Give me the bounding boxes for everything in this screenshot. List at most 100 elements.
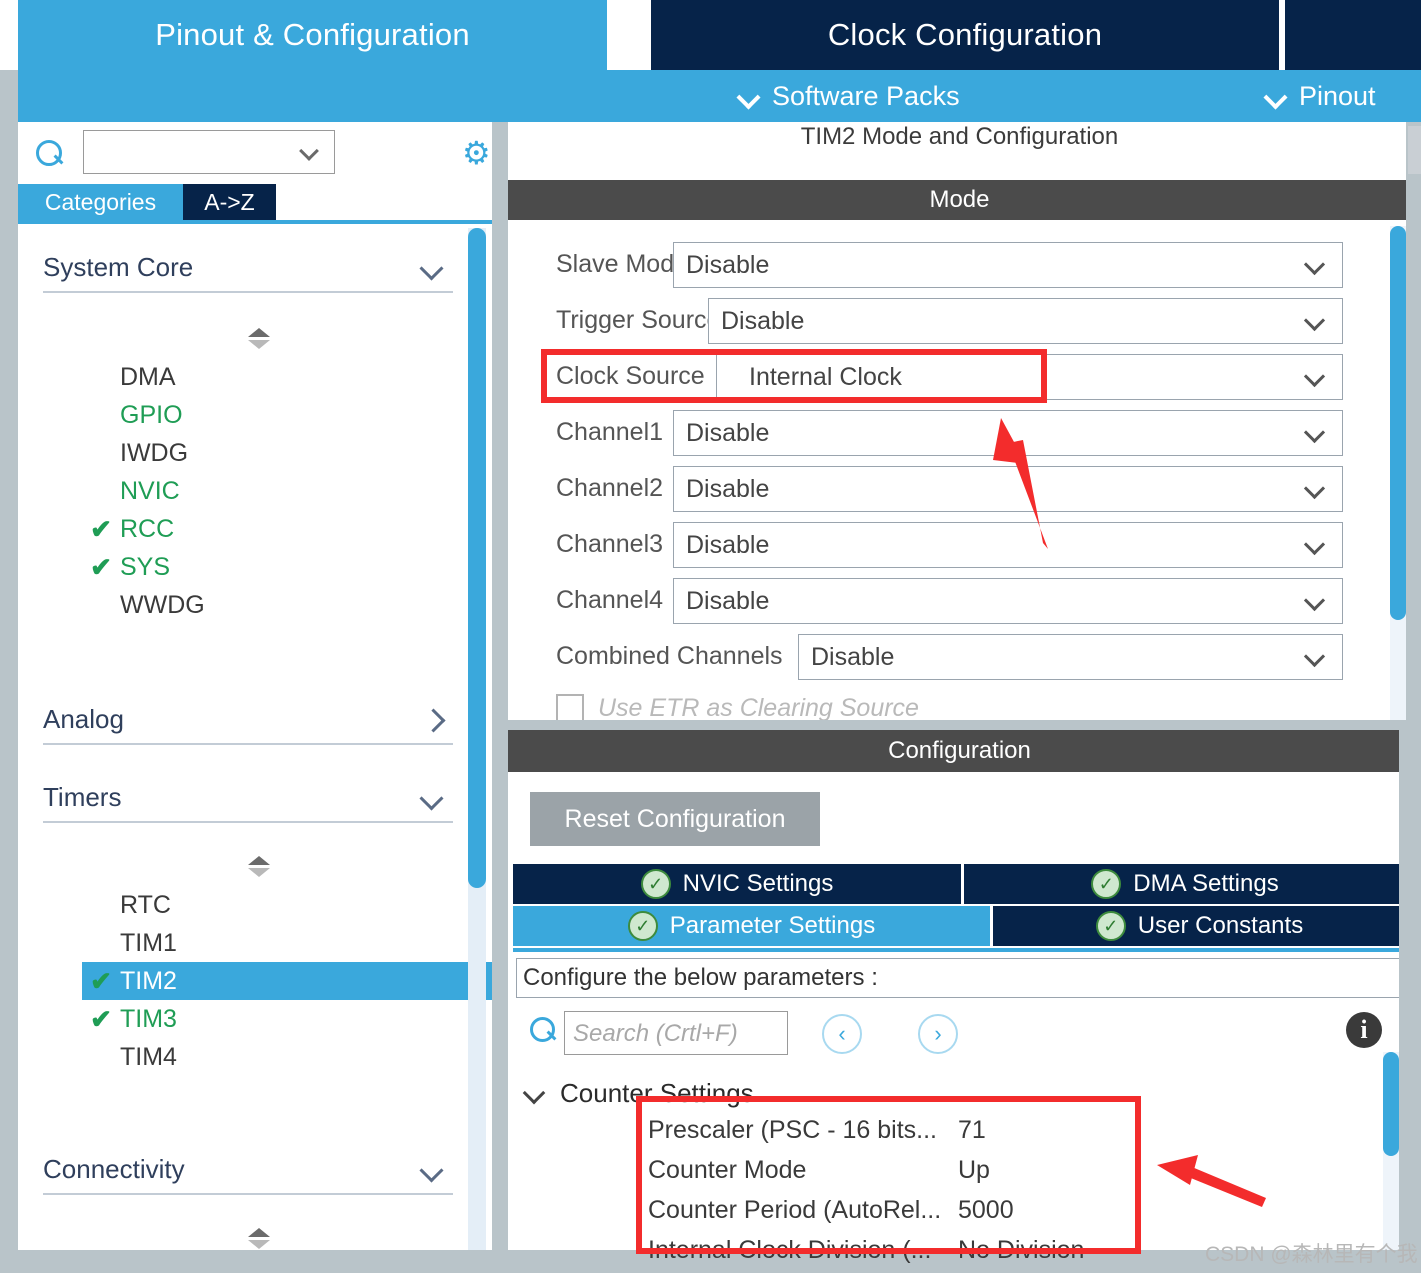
chevron-down-icon <box>1306 649 1326 663</box>
use-etr-clearing-source-row[interactable]: Use ETR as Clearing Source <box>556 688 1056 720</box>
parameter-name: Internal Clock Division (... <box>648 1236 932 1264</box>
watermark: CSDN @森林里有个我 <box>1205 1243 1418 1266</box>
tab-categories[interactable]: Categories <box>18 184 183 220</box>
combined-channels-select[interactable]: Disable <box>798 634 1343 680</box>
field-combined-channels-label: Combined Channels <box>556 642 783 670</box>
pinout-label: Pinout <box>1299 80 1376 111</box>
reset-configuration-button[interactable]: Reset Configuration <box>530 792 820 846</box>
trigger-source-select[interactable]: Disable <box>708 298 1343 344</box>
pinout-menu[interactable]: Pinout <box>1265 70 1376 122</box>
tab-parameter-settings[interactable]: ✓ Parameter Settings <box>513 906 990 946</box>
field-channel2-label: Channel2 <box>556 474 664 502</box>
tab-user-constants[interactable]: ✓ User Constants <box>993 906 1406 946</box>
group-system-core[interactable]: System Core <box>43 252 453 293</box>
scroll-spinner-timers[interactable] <box>248 856 274 878</box>
channel2-select[interactable]: Disable <box>673 466 1343 512</box>
table-row[interactable]: Counter Period (AutoRel... 5000 <box>636 1192 1144 1232</box>
sidebar-item-rcc[interactable]: ✔ RCC <box>82 510 492 548</box>
clock-source-select[interactable]: Internal Clock <box>716 354 1343 400</box>
next-search-result-button[interactable]: › <box>918 1014 958 1054</box>
chevron-down-icon <box>1306 425 1326 439</box>
configuration-section-header-label: Configuration <box>888 737 1031 764</box>
parameter-value[interactable]: 5000 <box>958 1196 1014 1225</box>
section-counter-settings-label: Counter Settings <box>560 1078 754 1108</box>
sidebar-item-rtc[interactable]: RTC <box>82 886 492 924</box>
sidebar-item-tim1[interactable]: TIM1 <box>82 924 492 962</box>
tab-overflow-stub[interactable] <box>1285 0 1421 70</box>
sidebar-item-label: TIM1 <box>120 928 177 957</box>
field-slave-mode: Slave Mode Disable <box>508 238 1393 294</box>
group-timers-label: Timers <box>43 782 122 812</box>
prev-search-result-button[interactable]: ‹ <box>822 1014 862 1054</box>
gear-icon[interactable]: ⚙ <box>462 137 496 171</box>
software-packs-label: Software Packs <box>772 80 960 111</box>
group-analog[interactable]: Analog <box>43 704 453 745</box>
group-connectivity[interactable]: Connectivity <box>43 1154 453 1195</box>
chevron-down-icon[interactable] <box>423 1160 445 1182</box>
chevron-down-icon[interactable] <box>423 258 445 280</box>
parameter-value[interactable]: Up <box>958 1156 990 1185</box>
slave-mode-select[interactable]: Disable <box>673 242 1343 288</box>
sidebar-item-wwdg[interactable]: WWDG <box>82 586 492 624</box>
check-icon: ✔ <box>90 513 112 544</box>
sidebar-item-iwdg[interactable]: IWDG <box>82 434 492 472</box>
chevron-right-icon: › <box>934 1021 942 1046</box>
parameter-name: Prescaler (PSC - 16 bits... <box>648 1116 937 1144</box>
parameter-search-placeholder: Search (Crtl+F) <box>573 1020 738 1047</box>
field-channel2: Channel2 Disable <box>508 462 1393 518</box>
sidebar-item-nvic[interactable]: NVIC <box>82 472 492 510</box>
sidebar-item-gpio[interactable]: GPIO <box>82 396 492 434</box>
tab-pinout-configuration[interactable]: Pinout & Configuration <box>18 0 607 70</box>
sidebar-search-input[interactable] <box>83 130 335 174</box>
scroll-spinner-system-core[interactable] <box>248 328 274 350</box>
parameter-search-input[interactable]: Search (Crtl+F) <box>564 1011 788 1055</box>
sidebar-item-tim2[interactable]: ✔ TIM2 <box>82 962 492 1000</box>
tab-nvic-settings[interactable]: ✓ NVIC Settings <box>513 864 961 904</box>
tab-a-to-z[interactable]: A->Z <box>183 184 276 220</box>
use-etr-checkbox[interactable] <box>556 694 584 720</box>
combined-channels-value: Disable <box>811 643 895 671</box>
parameter-name: Counter Period (AutoRel... <box>648 1196 942 1224</box>
group-timers[interactable]: Timers <box>43 782 453 823</box>
check-icon: ✔ <box>90 1003 112 1034</box>
page-title: TIM2 Mode and Configuration <box>508 122 1411 152</box>
chevron-down-icon[interactable] <box>526 1084 546 1104</box>
sidebar-item-tim4[interactable]: TIM4 <box>82 1038 492 1076</box>
mode-scrollbar-thumb[interactable] <box>1390 226 1406 620</box>
chevron-down-icon[interactable] <box>423 788 445 810</box>
tab-clock-configuration[interactable]: Clock Configuration <box>651 0 1279 70</box>
tab-user-constants-label: User Constants <box>1137 912 1304 939</box>
field-clock-source-label: Clock Source <box>556 362 705 390</box>
table-row[interactable]: Counter Mode Up <box>636 1152 1144 1192</box>
section-counter-settings[interactable]: Counter Settings <box>526 1078 754 1109</box>
sidebar-item-label: IWDG <box>120 438 189 467</box>
sidebar-item-tim3[interactable]: ✔ TIM3 <box>82 1000 492 1038</box>
sidebar-item-label: SYS <box>120 552 171 581</box>
table-row[interactable]: Prescaler (PSC - 16 bits... 71 <box>636 1112 1144 1152</box>
table-row[interactable]: Internal Clock Division (... No Division <box>636 1232 1144 1272</box>
search-icon <box>36 140 64 168</box>
sidebar-item-dma[interactable]: DMA <box>82 358 492 396</box>
mode-panel-scroll-arrows[interactable] <box>1408 126 1421 174</box>
tab-dma-settings[interactable]: ✓ DMA Settings <box>964 864 1406 904</box>
chevron-right-icon[interactable] <box>423 710 445 732</box>
channel4-select[interactable]: Disable <box>673 578 1343 624</box>
info-icon[interactable]: i <box>1346 1012 1382 1048</box>
field-channel4: Channel4 Disable <box>508 574 1393 630</box>
chevron-down-icon <box>300 144 320 156</box>
field-slave-mode-label: Slave Mode <box>556 250 689 278</box>
configuration-scrollbar-thumb[interactable] <box>1383 1052 1399 1156</box>
chevron-down-icon <box>1265 85 1287 107</box>
sidebar-item-label: TIM4 <box>120 1042 177 1071</box>
parameter-value[interactable]: No Division <box>958 1236 1084 1265</box>
sidebar-item-sys[interactable]: ✔ SYS <box>82 548 492 586</box>
software-packs-menu[interactable]: Software Packs <box>738 70 960 122</box>
parameter-value[interactable]: 71 <box>958 1116 986 1145</box>
scroll-spinner-connectivity[interactable] <box>248 1228 274 1250</box>
configuration-panel: Configuration Reset Configuration ✓ NVIC… <box>508 730 1411 1264</box>
check-circle-icon: ✓ <box>1091 869 1122 899</box>
sidebar-panel: ⚙ Categories A->Z System Core DMA GPIO I… <box>18 122 492 1250</box>
channel1-select[interactable]: Disable <box>673 410 1343 456</box>
channel3-select[interactable]: Disable <box>673 522 1343 568</box>
sidebar-scrollbar-thumb[interactable] <box>468 228 486 888</box>
